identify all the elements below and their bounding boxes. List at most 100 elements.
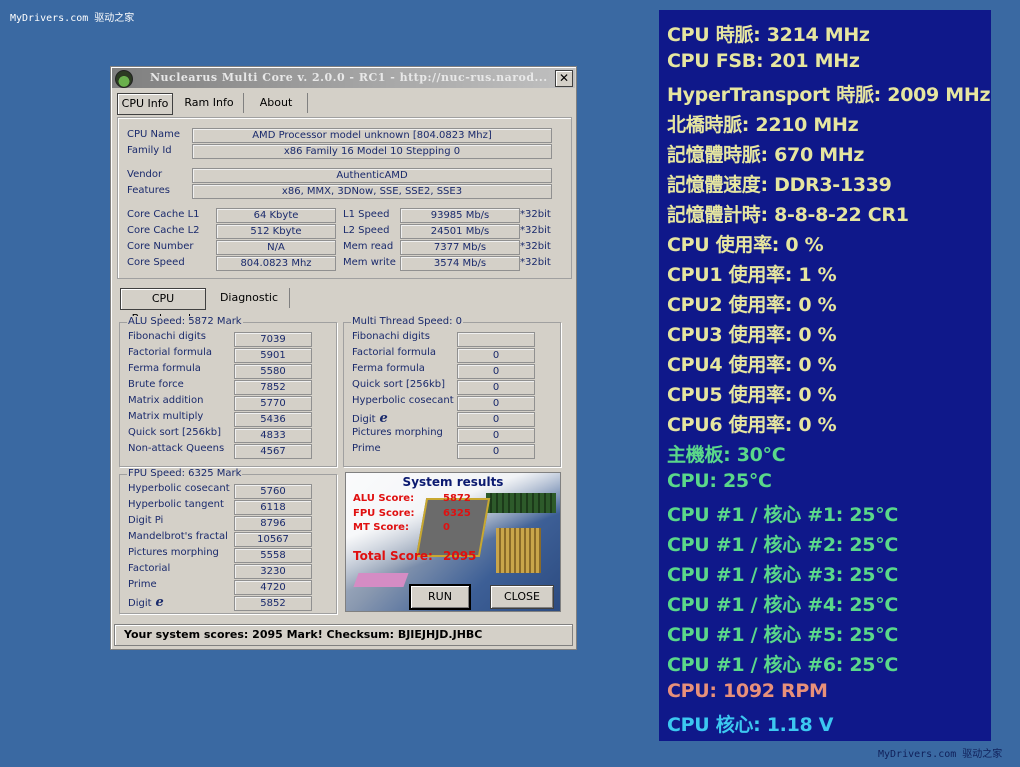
row-label-text: Hyperbolic tangent: [128, 499, 224, 510]
motherboard-port-image: [353, 573, 409, 587]
fpu-row-label: Hyperbolic cosecant: [128, 483, 230, 494]
monitor-line: 主機板: 30°C: [667, 444, 786, 466]
row-label-text: Factorial formula: [352, 347, 437, 358]
title-bar[interactable]: Nuclearus Multi Core v. 2.0.0 - RC1 - ht…: [112, 68, 575, 88]
status-bar: Your system scores: 2095 Mark! Checksum:…: [114, 624, 573, 646]
mt-row-value: 0: [457, 412, 535, 427]
fpu-row-value: 8796: [234, 516, 312, 531]
row-label-text: Hyperbolic cosecant: [128, 483, 230, 494]
fpu-row-value: 10567: [234, 532, 312, 547]
mt-row-label: Fibonachi digits: [352, 331, 430, 342]
family-id-label: Family Id: [127, 145, 172, 156]
euler-e-icon: e: [379, 411, 388, 426]
fpu-row-value: 4720: [234, 580, 312, 595]
alu-group: ALU Speed: 5872 Mark Fibonachi digits 703…: [119, 316, 337, 467]
monitor-line: CPU #1 / 核心 #3: 25°C: [667, 564, 899, 586]
fpu-row-value: 3230: [234, 564, 312, 579]
fpu-row-value: 5558: [234, 548, 312, 563]
total-score-label: Total Score:: [353, 549, 433, 563]
motherboard-heatsink-image: [496, 528, 541, 573]
monitor-line: CPU #1 / 核心 #6: 25°C: [667, 654, 899, 676]
mt-row-value: 0: [457, 364, 535, 379]
mem-write-field: 3574 Mb/s: [400, 256, 520, 271]
core-number-label: Core Number: [127, 241, 194, 252]
tab-cpu-benchmark[interactable]: CPU Benchmark: [120, 288, 206, 325]
cpu-name-field: AMD Processor model unknown [804.0823 Mh…: [192, 128, 552, 143]
alu-row-value: 4833: [234, 428, 312, 443]
alu-row-value: 7039: [234, 332, 312, 347]
total-score-value: 2095: [443, 549, 477, 563]
row-label-text: Digit: [128, 598, 152, 609]
core-cache-l2-field: 512 Kbyte: [216, 224, 336, 239]
row-label-text: Digit: [352, 414, 376, 425]
alu-row-value: 5770: [234, 396, 312, 411]
alu-row-label: Brute force: [128, 379, 184, 390]
mem-read-label: Mem read: [343, 241, 394, 252]
row-label-text: Quick sort [256kb]: [352, 379, 446, 390]
tab-about[interactable]: About: [245, 93, 308, 113]
fpu-row-value: 5760: [234, 484, 312, 499]
alu-row-label: Matrix addition: [128, 395, 203, 406]
hardware-monitor-panel: CPU 時脈: 3214 MHz CPU FSB: 201 MHz HyperTra…: [659, 10, 991, 741]
l1-speed-field: 93985 Mb/s: [400, 208, 520, 223]
fpu-row-label: Pictures morphing: [128, 547, 219, 558]
monitor-line: CPU2 使用率: 0 %: [667, 294, 837, 316]
app-logo-icon: [115, 70, 133, 88]
mt-row-value: 0: [457, 380, 535, 395]
core-cache-l1-field: 64 Kbyte: [216, 208, 336, 223]
system-score-status: Your system scores: 2095 Mark! Checksum:…: [124, 628, 483, 641]
mt-row-label: Quick sort [256kb]: [352, 379, 445, 390]
fpu-row-label: Digit e: [128, 595, 164, 610]
monitor-line: 記憶體速度: DDR3-1339: [667, 174, 892, 196]
l2-speed-field: 24501 Mb/s: [400, 224, 520, 239]
row-label-text: Ferma formula: [128, 363, 201, 374]
fpu-group: FPU Speed: 6325 Mark Hyperbolic cosecant…: [119, 468, 337, 614]
row-label-text: Factorial: [128, 563, 171, 574]
row-label-text: Matrix addition: [128, 395, 204, 406]
row-label-text: Pictures morphing: [352, 427, 443, 438]
window-title: Nuclearus Multi Core v. 2.0.0 - RC1 - ht…: [150, 71, 548, 84]
monitor-line: CPU: 25°C: [667, 470, 772, 492]
tab-diagnostic[interactable]: Diagnostic: [209, 288, 290, 308]
monitor-line: 北橋時脈: 2210 MHz: [667, 114, 859, 136]
mt-score-value: 0: [443, 522, 450, 533]
multi-thread-title: Multi Thread Speed: 0: [351, 316, 464, 327]
mt-row-label: Hyperbolic cosecant: [352, 395, 454, 406]
row-label-text: Factorial formula: [128, 347, 213, 358]
cpu-info-panel: CPU Name AMD Processor model unknown [80…: [117, 117, 572, 279]
run-button[interactable]: RUN: [409, 584, 471, 610]
alu-row-value: 5436: [234, 412, 312, 427]
alu-row-label: Ferma formula: [128, 363, 201, 374]
monitor-line: CPU FSB: 201 MHz: [667, 50, 860, 72]
mt-row-value: 0: [457, 444, 535, 459]
tab-cpu-info[interactable]: CPU Info: [117, 93, 173, 115]
watermark-bottom: MyDrivers.com 驱动之家: [878, 749, 1003, 760]
fpu-row-value: 6118: [234, 500, 312, 515]
mem-read-suffix: *32bit: [520, 241, 551, 252]
core-cache-l1-label: Core Cache L1: [127, 209, 200, 220]
features-field: x86, MMX, 3DNow, SSE, SSE2, SSE3: [192, 184, 552, 199]
alu-row-label: Matrix multiply: [128, 411, 203, 422]
alu-row-value: 7852: [234, 380, 312, 395]
close-button[interactable]: CLOSE: [490, 585, 554, 609]
mem-write-suffix: *32bit: [520, 257, 551, 268]
fpu-row-label: Prime: [128, 579, 157, 590]
mt-row-label: Prime: [352, 443, 381, 454]
fpu-row-value: 5852: [234, 596, 312, 611]
fpu-score-value: 6325: [443, 508, 471, 519]
row-label-text: Matrix multiply: [128, 411, 204, 422]
tab-ram-info[interactable]: Ram Info: [175, 93, 244, 113]
mt-row-value: 0: [457, 348, 535, 363]
core-number-field: N/A: [216, 240, 336, 255]
fpu-row-label: Digit Pi: [128, 515, 163, 526]
monitor-line: CPU1 使用率: 1 %: [667, 264, 837, 286]
close-window-button[interactable]: ✕: [555, 70, 573, 87]
row-label-text: Hyperbolic cosecant: [352, 395, 454, 406]
row-label-text: Digit Pi: [128, 515, 164, 526]
mt-row-label: Ferma formula: [352, 363, 425, 374]
monitor-line: CPU #1 / 核心 #5: 25°C: [667, 624, 899, 646]
monitor-line: CPU #1 / 核心 #2: 25°C: [667, 534, 899, 556]
monitor-line: 記憶體時脈: 670 MHz: [667, 144, 865, 166]
monitor-line: CPU 核心: 1.18 V: [667, 714, 834, 736]
watermark-top: MyDrivers.com 驱动之家: [10, 13, 135, 24]
